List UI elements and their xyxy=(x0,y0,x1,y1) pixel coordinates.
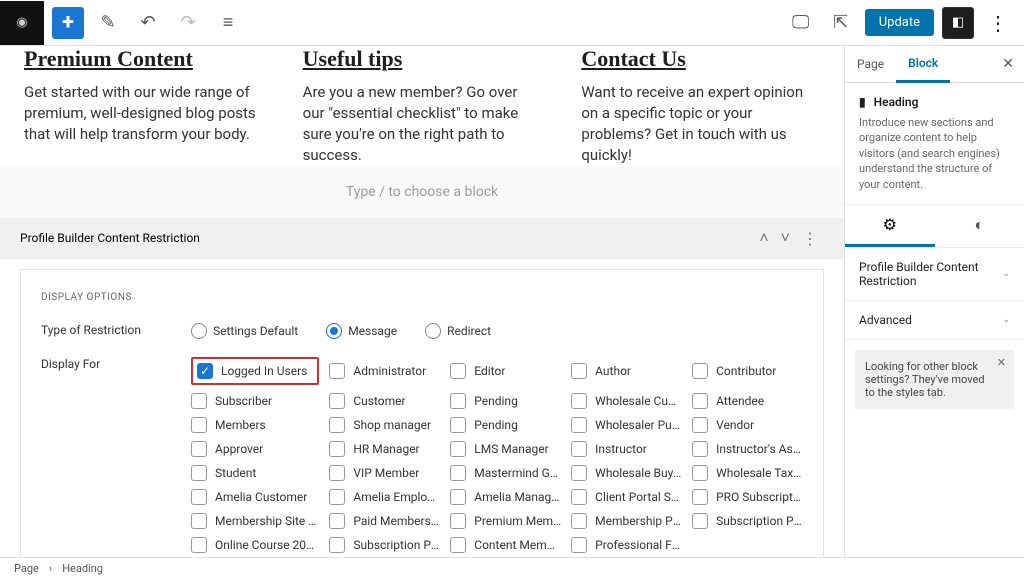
sidebar-panel-content-restriction[interactable]: Profile Builder Content Restriction⌄ xyxy=(845,248,1024,301)
column-body[interactable]: Get started with our wide range of premi… xyxy=(24,82,263,145)
radio-settings-default[interactable]: Settings Default xyxy=(191,323,298,339)
checkbox-role[interactable]: Attendee xyxy=(692,393,803,409)
display-for-label: Display For xyxy=(41,357,191,371)
display-options-heading: DISPLAY OPTIONS xyxy=(41,292,803,303)
checkbox-role[interactable]: Wholesaler Purchasers xyxy=(571,417,682,433)
list-view-icon[interactable]: ≡ xyxy=(212,7,244,39)
checkbox-role[interactable]: Wholesale Buyer xyxy=(571,465,682,481)
checkbox-role[interactable]: Approver xyxy=(191,441,319,457)
add-block-button[interactable]: + xyxy=(52,7,84,39)
checkbox-role[interactable]: Student xyxy=(191,465,319,481)
close-sidebar-icon[interactable]: ✕ xyxy=(992,56,1024,72)
column-body[interactable]: Want to receive an expert opinion on a s… xyxy=(581,82,820,166)
checkbox-role[interactable]: LMS Manager xyxy=(450,441,561,457)
checkbox-role[interactable]: Paid Membership Plan xyxy=(329,513,440,529)
checkbox-role[interactable]: Subscriber xyxy=(191,393,319,409)
checkbox-role[interactable]: Membership Plan 2023 xyxy=(571,513,682,529)
checkbox-role[interactable]: Instructor's Assistant xyxy=(692,441,803,457)
checkbox-role[interactable]: Professional Fitness Plan xyxy=(571,537,682,553)
checkbox-role[interactable]: Premium Membership Con... xyxy=(450,513,561,529)
settings-sidebar-toggle[interactable]: ◧ xyxy=(942,7,974,39)
checkbox-role[interactable]: Amelia Manager xyxy=(450,489,561,505)
panel-options-icon[interactable]: ⋮ xyxy=(796,229,824,248)
type-of-restriction-label: Type of Restriction xyxy=(41,323,191,339)
checkbox-role[interactable]: Customer xyxy=(329,393,440,409)
checkbox-role[interactable]: Online Course 2023 xyxy=(191,537,319,553)
column-heading[interactable]: Premium Content xyxy=(24,46,263,72)
edit-icon[interactable]: ✎ xyxy=(92,7,124,39)
checkbox-role[interactable]: Editor xyxy=(450,357,561,385)
styles-tab-icon[interactable]: ◐ xyxy=(935,205,1024,247)
block-type-description: Introduce new sections and organize cont… xyxy=(859,115,1010,192)
checkbox-role[interactable]: Contributor xyxy=(692,357,803,385)
breadcrumb-root[interactable]: Page xyxy=(14,562,39,575)
breadcrumb-separator-icon: › xyxy=(49,562,52,575)
checkbox-logged-in-users[interactable]: ✓Logged In Users xyxy=(197,363,307,379)
chevron-down-icon: ⌄ xyxy=(1002,315,1010,325)
checkbox-role[interactable]: Vendor xyxy=(692,417,803,433)
site-logo[interactable]: ◉ xyxy=(0,1,44,45)
column-heading[interactable]: Contact Us xyxy=(581,46,820,72)
breadcrumb-leaf[interactable]: Heading xyxy=(62,562,103,575)
checkbox-role[interactable]: Membership Site Subscript... xyxy=(191,513,319,529)
redo-icon[interactable]: ↷ xyxy=(172,7,204,39)
undo-icon[interactable]: ↶ xyxy=(132,7,164,39)
heading-icon: ▮ xyxy=(859,95,866,109)
panel-heading: Profile Builder Content Restriction xyxy=(20,231,200,245)
checkbox-role[interactable]: Instructor xyxy=(571,441,682,457)
chevron-down-icon: ⌄ xyxy=(1002,269,1010,279)
checkbox-role[interactable]: Pending xyxy=(450,417,561,433)
column-heading[interactable]: Useful tips xyxy=(303,46,542,72)
radio-message[interactable]: Message xyxy=(326,323,397,339)
content-column[interactable]: Premium Content Get started with our wid… xyxy=(24,46,263,166)
checkbox-role[interactable]: Client Portal Subscription xyxy=(571,489,682,505)
sidebar-panel-advanced[interactable]: Advanced⌄ xyxy=(845,301,1024,340)
more-options-icon[interactable]: ⋮ xyxy=(982,11,1014,35)
content-column[interactable]: Contact Us Want to receive an expert opi… xyxy=(581,46,820,166)
checkbox-role[interactable]: Author xyxy=(571,357,682,385)
checkbox-role[interactable]: Amelia Customer xyxy=(191,489,319,505)
column-body[interactable]: Are you a new member? Go over our "essen… xyxy=(303,82,542,166)
radio-redirect[interactable]: Redirect xyxy=(425,323,491,339)
tab-block[interactable]: Block xyxy=(896,46,950,83)
checkbox-role[interactable]: Members xyxy=(191,417,319,433)
move-up-icon[interactable]: ˄ xyxy=(753,228,774,248)
update-button[interactable]: Update xyxy=(865,9,934,36)
checkbox-role[interactable]: Mastermind Group xyxy=(450,465,561,481)
settings-tab-icon[interactable]: ⚙ xyxy=(845,205,935,247)
block-inserter-prompt[interactable]: Type / to choose a block xyxy=(0,166,844,218)
checkbox-role[interactable]: Pending xyxy=(450,393,561,409)
checkbox-role[interactable]: Amelia Employee xyxy=(329,489,440,505)
checkbox-role[interactable]: Subscription Plan xyxy=(692,513,803,529)
checkbox-role[interactable]: Wholesale Tax Free xyxy=(692,465,803,481)
checkbox-role[interactable]: Subscription Plan xyxy=(329,537,440,553)
content-column[interactable]: Useful tips Are you a new member? Go ove… xyxy=(303,46,542,166)
block-type-name: Heading xyxy=(874,95,919,109)
checkbox-role[interactable]: PRO Subscription xyxy=(692,489,803,505)
checkbox-role[interactable]: Administrator xyxy=(329,357,440,385)
checkbox-role[interactable]: HR Manager xyxy=(329,441,440,457)
move-down-icon[interactable]: ˅ xyxy=(775,228,796,248)
checkbox-role[interactable]: Shop manager xyxy=(329,417,440,433)
tab-page[interactable]: Page xyxy=(845,47,896,81)
external-preview-icon[interactable]: ⇱ xyxy=(825,7,857,39)
styles-moved-notice: Looking for other block settings? They'v… xyxy=(855,350,1014,409)
checkbox-role[interactable]: Content Membership Plan xyxy=(450,537,561,553)
device-preview-icon[interactable]: 🖵 xyxy=(785,7,817,39)
dismiss-notice-icon[interactable]: ✕ xyxy=(997,356,1006,369)
checkbox-role[interactable]: VIP Member xyxy=(329,465,440,481)
checkbox-role[interactable]: Wholesale Customer xyxy=(571,393,682,409)
